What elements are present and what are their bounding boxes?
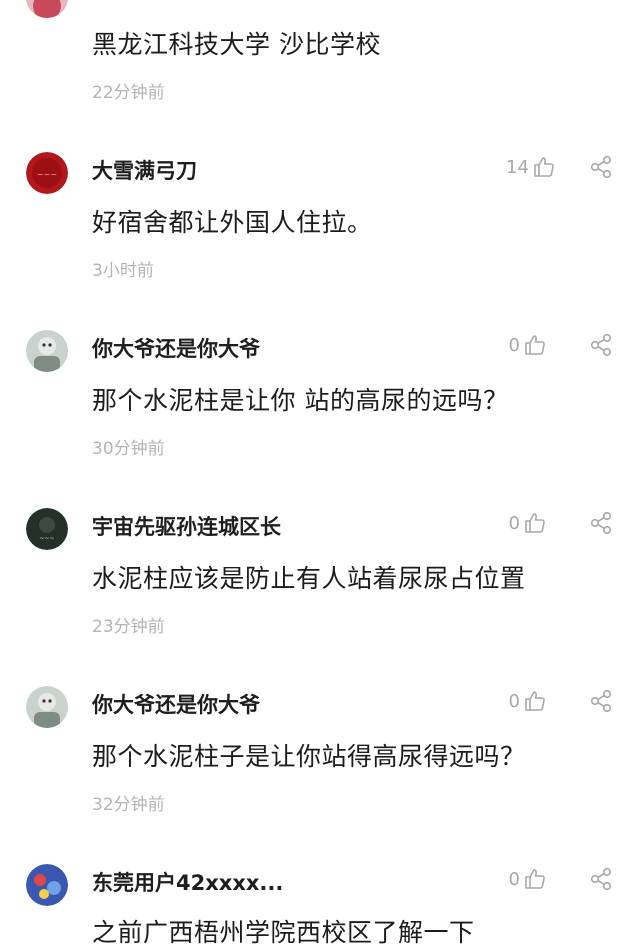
comment-item: 东莞用户42xxxx... 0 之前广西梧州学院西校区了解一下: [0, 852, 640, 946]
avatar[interactable]: [26, 330, 68, 372]
comment-text: 那个水泥柱是让你 站的高尿的远吗？: [92, 386, 509, 415]
comment-time: 32分钟前: [92, 795, 165, 815]
comment-item: 你大爷还是你大爷 0 那个水泥柱是让你 站的高尿的远吗？ 30分钟前: [0, 318, 640, 478]
comment-item: ~~~ 宇宙先驱孙连城区长 0 水泥柱应该是防止有人站着尿尿占位置 23分钟前: [0, 496, 640, 656]
comment-time: 30分钟前: [92, 439, 165, 459]
share-icon[interactable]: [588, 510, 614, 536]
username[interactable]: 大雪满弓刀: [92, 155, 197, 185]
comment-time: 23分钟前: [92, 617, 165, 637]
share-icon[interactable]: [588, 332, 614, 358]
username[interactable]: 你大爷还是你大爷: [92, 333, 260, 363]
thumbs-up-icon: [523, 867, 547, 891]
username[interactable]: 东莞用户42xxxx...: [92, 867, 283, 897]
comment-time: 3小时前: [92, 261, 154, 281]
svg-text:~~~: ~~~: [39, 535, 54, 542]
avatar[interactable]: [26, 686, 68, 728]
comment-item: 你大爷还是你大爷 0 那个水泥柱子是让你站得高尿得远吗？ 32分钟前: [0, 674, 640, 834]
comment-item: 黑龙江科技大学 沙比学校 22分钟前: [0, 0, 640, 110]
avatar[interactable]: [26, 0, 68, 18]
thumbs-up-icon: [532, 155, 556, 179]
comment-text: 那个水泥柱子是让你站得高尿得远吗？: [92, 742, 526, 771]
like-button[interactable]: 0: [506, 687, 564, 715]
comment-time: 22分钟前: [92, 83, 165, 103]
avatar[interactable]: [26, 864, 68, 906]
like-count: 0: [508, 868, 520, 890]
like-button[interactable]: 0: [506, 331, 564, 359]
like-count: 0: [508, 512, 520, 534]
share-icon[interactable]: [588, 866, 614, 892]
username[interactable]: 宇宙先驱孙连城区长: [92, 511, 281, 541]
thumbs-up-icon: [523, 689, 547, 713]
share-icon[interactable]: [588, 688, 614, 714]
like-count: 14: [506, 156, 529, 178]
comment-text: 水泥柱应该是防止有人站着尿尿占位置: [92, 564, 526, 593]
share-icon[interactable]: [588, 154, 614, 180]
like-button[interactable]: 0: [506, 509, 564, 537]
comment-text: 好宿舍都让外国人住拉。: [92, 208, 373, 237]
comment-text: 之前广西梧州学院西校区了解一下: [92, 918, 475, 946]
comment-item: ~~~ 大雪满弓刀 14 好宿舍都让外国人住拉。 3小时前: [0, 140, 640, 300]
thumbs-up-icon: [523, 511, 547, 535]
username[interactable]: 你大爷还是你大爷: [92, 689, 260, 719]
avatar[interactable]: ~~~: [26, 152, 68, 194]
avatar[interactable]: ~~~: [26, 508, 68, 550]
thumbs-up-icon: [523, 333, 547, 357]
like-count: 0: [508, 690, 520, 712]
svg-text:~~~: ~~~: [37, 170, 57, 179]
like-button[interactable]: 14: [506, 153, 564, 181]
comment-text: 黑龙江科技大学 沙比学校: [92, 30, 381, 59]
like-button[interactable]: 0: [506, 865, 564, 893]
like-count: 0: [508, 334, 520, 356]
